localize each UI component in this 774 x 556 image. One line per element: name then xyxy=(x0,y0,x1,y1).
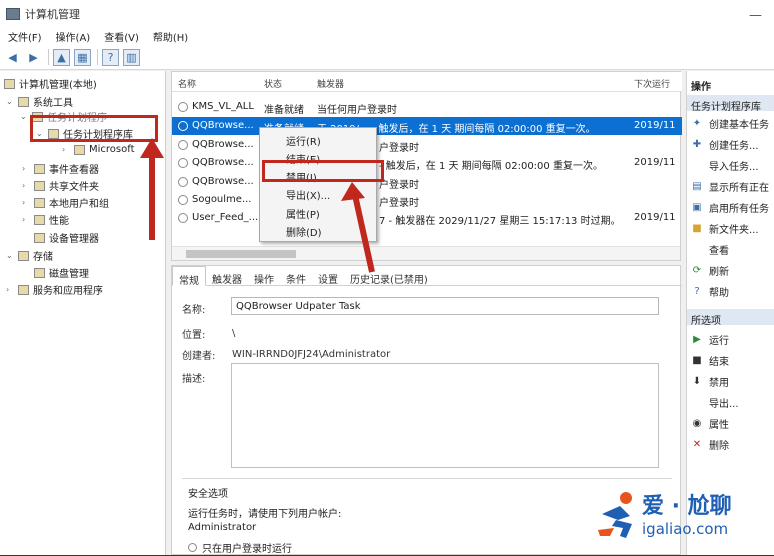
runner-logo-icon xyxy=(598,492,632,538)
watermark-title: 爱 · 尬聊 xyxy=(642,494,732,519)
watermark-url: igaliao.com xyxy=(642,520,729,538)
annotation-arrow-disable xyxy=(352,194,375,273)
annotation-arrowhead-disable xyxy=(341,182,365,201)
annotation-arrows xyxy=(140,138,375,273)
watermark: 爱 · 尬聊 igaliao.com xyxy=(596,488,774,548)
computer-management-window: 计算机管理 — 文件(F) 操作(A) 查看(V) 帮助(H) ◀ ▶ ▲ ▦ … xyxy=(0,0,774,555)
annotation-arrowhead-library xyxy=(140,138,164,158)
